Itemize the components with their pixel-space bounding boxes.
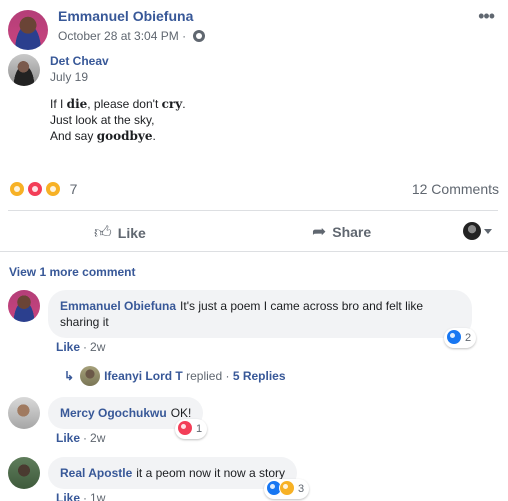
like-label: Like	[117, 225, 146, 241]
author-avatar[interactable]	[8, 10, 48, 50]
identity-avatar	[463, 222, 481, 241]
comment-bubble: Emmanuel Obiefuna It's just a poem I came…	[48, 290, 472, 338]
action-bar: 👍︎ Like ➦ Share	[0, 212, 508, 250]
comment-meta: Like · 2w	[56, 340, 106, 354]
comment-meta: Like · 2w	[56, 431, 106, 445]
comment-bubble: Real Apostle it a peom now it now a story	[48, 457, 297, 489]
divider	[0, 251, 508, 252]
thumbs-up-icon: 👍︎	[94, 223, 112, 242]
reply-arrow-icon: ↳	[64, 369, 75, 383]
like-button[interactable]: 👍︎ Like	[94, 222, 146, 243]
divider	[8, 210, 498, 211]
comment-text: it a peom now it now a story	[136, 466, 285, 480]
author-name[interactable]: Emmanuel Obiefuna	[58, 8, 193, 24]
shared-author-name[interactable]: Det Cheav	[50, 54, 109, 68]
sad-reaction-icon	[279, 480, 295, 496]
chevron-down-icon	[484, 228, 492, 234]
comment-like-link[interactable]: Like	[56, 340, 80, 354]
commenter-name[interactable]: Real Apostle	[60, 466, 132, 480]
timestamp-text[interactable]: October 28 at 3:04 PM	[58, 29, 179, 43]
comment-text: OK!	[170, 406, 192, 420]
poem-line-3: And say goodbye.	[50, 129, 156, 143]
commenter-avatar[interactable]	[8, 397, 40, 429]
sad-reaction-icon	[8, 180, 26, 199]
comment-like-link[interactable]: Like	[56, 491, 80, 501]
share-button[interactable]: ➦ Share	[312, 222, 371, 242]
love-reaction-icon	[177, 420, 193, 436]
wow-reaction-icon	[43, 180, 62, 199]
comment-meta: Like · 1w	[56, 491, 105, 501]
shared-author-avatar[interactable]	[8, 54, 40, 86]
comment-reaction-count: 1	[196, 423, 203, 435]
post-header: Emmanuel Obiefuna October 28 at 3:04 PM …	[8, 2, 508, 50]
comment-reactions[interactable]: 1	[175, 419, 208, 439]
reaction-count[interactable]: 7	[70, 181, 78, 197]
poem-line-2: Just look at the sky,	[50, 113, 155, 127]
like-reaction-icon	[446, 329, 462, 345]
comment-like-link[interactable]: Like	[56, 431, 80, 445]
share-label: Share	[332, 224, 372, 240]
comment-text: It's just a poem I came across bro and f…	[180, 299, 424, 313]
replied-text: replied	[186, 369, 223, 383]
comment-time[interactable]: 2w	[90, 431, 105, 445]
replier-name[interactable]: Ifeanyi Lord T	[104, 369, 183, 383]
post-timestamp[interactable]: October 28 at 3:04 PM ·	[58, 29, 206, 43]
commenter-avatar[interactable]	[8, 290, 40, 322]
commenter-name[interactable]: Mercy Ogochukwu	[60, 406, 167, 420]
reaction-identity-selector[interactable]	[463, 222, 492, 241]
timestamp-separator: ·	[182, 29, 187, 43]
commenter-avatar[interactable]	[8, 457, 40, 489]
comment-time[interactable]: 1w	[90, 491, 105, 501]
love-reaction-icon	[25, 180, 44, 199]
share-arrow-icon: ➦	[312, 222, 327, 241]
poem-line-1: If I die, please don't cry.	[50, 97, 186, 111]
comments-count-link[interactable]: 12 Comments	[412, 181, 499, 197]
replies-summary[interactable]: ↳ Ifeanyi Lord T replied · 5 Replies	[64, 366, 286, 386]
comment-text-continued: sharing it	[60, 315, 109, 329]
shared-post-date[interactable]: July 19	[50, 70, 88, 84]
comment-time[interactable]: 2w	[90, 340, 105, 354]
replier-avatar	[80, 366, 101, 386]
reactions-summary[interactable]: 7	[8, 180, 78, 199]
view-more-comments-link[interactable]: View 1 more comment	[9, 265, 136, 279]
comment-reaction-count: 2	[465, 332, 472, 344]
reply-separator: ·	[225, 369, 230, 383]
globe-icon	[193, 30, 206, 42]
more-options-icon[interactable]: •••	[478, 6, 495, 27]
poem-text: If I die, please don't cry. Just look at…	[50, 96, 186, 144]
comment-reaction-count: 3	[298, 483, 305, 495]
comment-reactions[interactable]: 3	[264, 479, 310, 499]
comment-reactions[interactable]: 2	[444, 328, 477, 348]
view-replies-link[interactable]: 5 Replies	[233, 369, 286, 383]
commenter-name[interactable]: Emmanuel Obiefuna	[60, 299, 176, 313]
